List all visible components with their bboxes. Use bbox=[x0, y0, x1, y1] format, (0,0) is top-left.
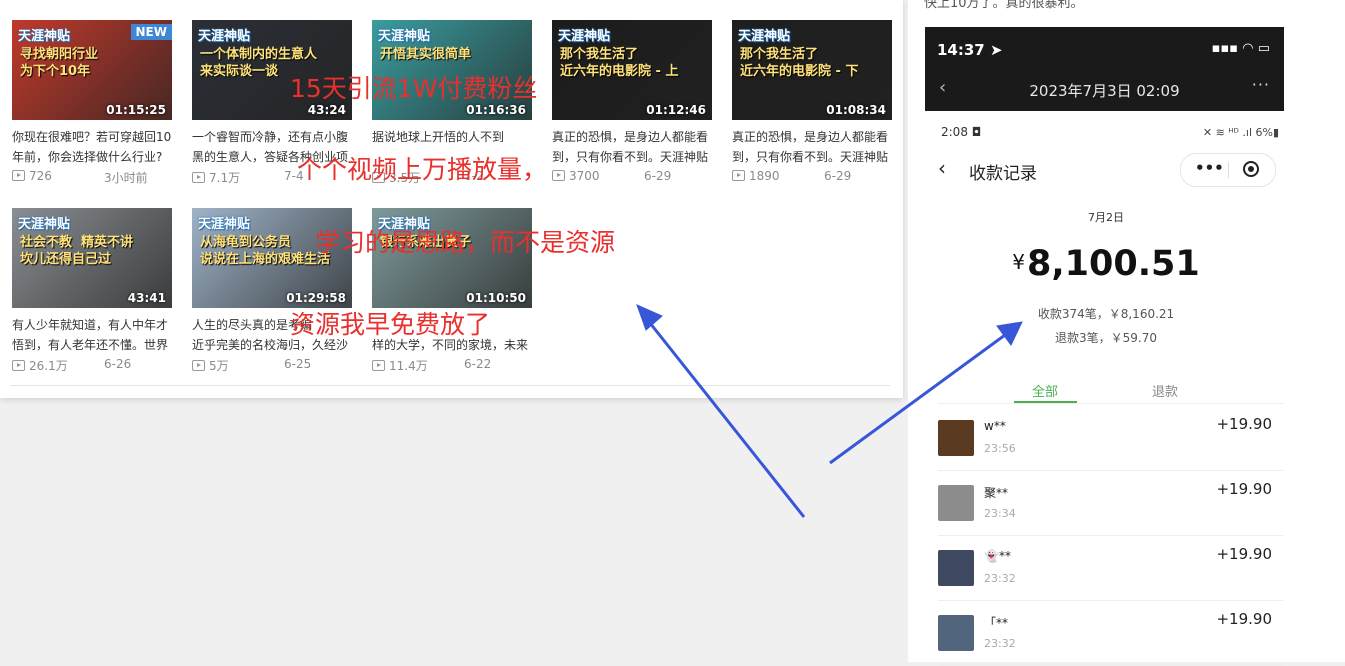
arrow-shaft-right bbox=[829, 333, 1006, 465]
arrow-shaft-left bbox=[648, 322, 806, 518]
annotation-arrows bbox=[636, 304, 1023, 518]
arrow-head-left bbox=[636, 304, 663, 331]
arrow-head-right bbox=[996, 321, 1023, 346]
